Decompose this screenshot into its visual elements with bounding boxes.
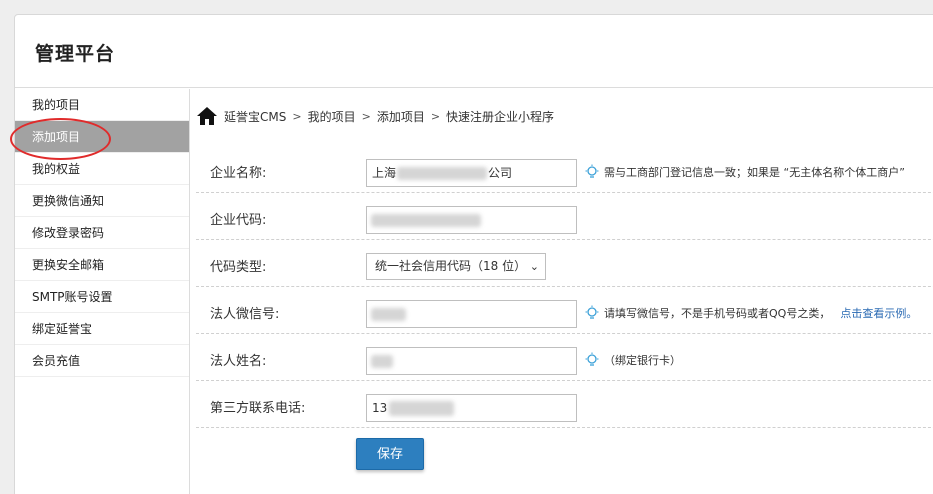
- redacted-blur: [389, 401, 454, 416]
- redacted-blur: [371, 308, 406, 321]
- page-title: 管理平台: [35, 43, 116, 65]
- lightbulb-icon: [585, 305, 599, 319]
- home-icon[interactable]: [196, 106, 218, 126]
- form-row-phone: 第三方联系电话: 13: [196, 381, 933, 428]
- register-form: 企业名称: 上海 公司 需与工商部门登记信息一致；如果是 “无主体名称个体工商户…: [196, 146, 933, 428]
- legal-name-hint: （绑定银行卡）: [584, 352, 681, 368]
- sidebar-item-member-recharge[interactable]: 会员充值: [15, 345, 189, 377]
- code-type-select[interactable]: 统一社会信用代码（18 位） ⌄: [366, 253, 546, 280]
- form-row-legal-wechat: 法人微信号: 请填写微信号，不是手机号码或者QQ号之类， 点击查看示例。: [196, 287, 933, 334]
- legal-name-label: 法人姓名:: [210, 354, 267, 369]
- code-type-label: 代码类型:: [210, 260, 267, 275]
- form-row-legal-name: 法人姓名: （绑定银行卡）: [196, 334, 933, 381]
- legal-name-input[interactable]: [366, 347, 577, 375]
- sidebar-item-bind-yanyubao[interactable]: 绑定延誉宝: [15, 313, 189, 345]
- top-bar: 管理平台: [15, 15, 933, 88]
- content-area: 延誉宝CMS > 我的项目 > 添加项目 > 快速注册企业小程序 企业名称: 上…: [196, 106, 933, 470]
- code-type-selected-value: 统一社会信用代码（18 位）: [375, 259, 527, 273]
- redacted-blur: [371, 214, 481, 227]
- lightbulb-icon: [585, 164, 599, 178]
- form-row-code-type: 代码类型: 统一社会信用代码（18 位） ⌄: [196, 240, 933, 287]
- phone-input[interactable]: 13: [366, 394, 577, 422]
- legal-wechat-hint: 请填写微信号，不是手机号码或者QQ号之类， 点击查看示例。: [584, 305, 917, 321]
- legal-wechat-input[interactable]: [366, 300, 577, 328]
- save-button[interactable]: 保存: [356, 438, 424, 470]
- sidebar-item-change-wechat-notify[interactable]: 更换微信通知: [15, 185, 189, 217]
- legal-wechat-hint-text: 请填写微信号，不是手机号码或者QQ号之类，: [604, 307, 831, 320]
- save-button-label: 保存: [376, 446, 403, 461]
- redacted-blur: [371, 355, 393, 368]
- phone-label: 第三方联系电话:: [210, 401, 306, 416]
- breadcrumb-item-current: 快速注册企业小程序: [446, 109, 555, 124]
- company-name-label: 企业名称:: [210, 166, 267, 181]
- company-name-hint-text: 需与工商部门登记信息一致；如果是 “无主体名称个体工商户”: [604, 166, 905, 179]
- form-row-company-code: 企业代码:: [196, 193, 933, 240]
- sidebar: 我的项目 添加项目 我的权益 更换微信通知 修改登录密码 更换安全邮箱 SMTP…: [15, 89, 190, 494]
- breadcrumb-item-my-projects[interactable]: 我的项目: [308, 108, 356, 125]
- breadcrumb-item-add-project[interactable]: 添加项目: [377, 108, 425, 125]
- view-example-link[interactable]: 点击查看示例。: [840, 305, 917, 321]
- sidebar-item-my-benefits[interactable]: 我的权益: [15, 153, 189, 185]
- company-name-hint: 需与工商部门登记信息一致；如果是 “无主体名称个体工商户”: [584, 164, 905, 180]
- sidebar-item-change-password[interactable]: 修改登录密码: [15, 217, 189, 249]
- company-code-label: 企业代码:: [210, 213, 267, 228]
- sidebar-item-change-email[interactable]: 更换安全邮箱: [15, 249, 189, 281]
- breadcrumb-item-home[interactable]: 延誉宝CMS: [224, 108, 286, 125]
- company-name-input[interactable]: 上海 公司: [366, 159, 577, 187]
- company-name-value-suffix: 公司: [488, 166, 513, 180]
- legal-name-hint-text: （绑定银行卡）: [604, 354, 681, 367]
- sidebar-item-my-projects[interactable]: 我的项目: [15, 89, 189, 121]
- form-row-company-name: 企业名称: 上海 公司 需与工商部门登记信息一致；如果是 “无主体名称个体工商户…: [196, 146, 933, 193]
- lightbulb-icon: [585, 352, 599, 366]
- company-name-value-prefix: 上海: [372, 166, 397, 180]
- company-code-input[interactable]: [366, 206, 577, 234]
- breadcrumb-separator: >: [292, 109, 302, 123]
- breadcrumb-separator: >: [430, 109, 441, 123]
- redacted-blur: [397, 167, 487, 180]
- sidebar-item-add-project[interactable]: 添加项目: [15, 121, 189, 153]
- sidebar-item-smtp-settings[interactable]: SMTP账号设置: [15, 281, 189, 313]
- breadcrumb: 延誉宝CMS > 我的项目 > 添加项目 > 快速注册企业小程序: [196, 106, 933, 126]
- chevron-down-icon: ⌄: [529, 260, 539, 273]
- legal-wechat-label: 法人微信号:: [210, 307, 280, 322]
- phone-value-prefix: 13: [372, 401, 388, 415]
- breadcrumb-separator: >: [361, 109, 371, 123]
